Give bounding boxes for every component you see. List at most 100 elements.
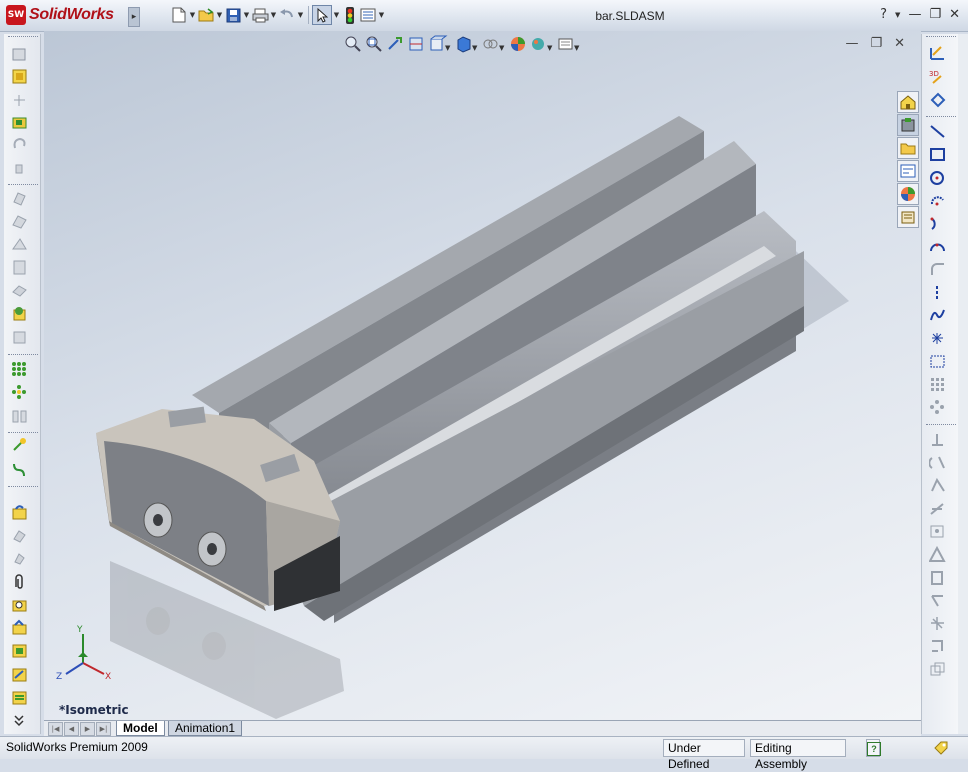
tab-model[interactable]: Model xyxy=(116,721,165,736)
belt-chain-icon[interactable] xyxy=(11,666,28,683)
smart-fasteners-icon[interactable] xyxy=(11,114,28,131)
mate-icon[interactable] xyxy=(11,68,28,85)
new-dropdown-icon[interactable]: ▼ xyxy=(188,11,197,19)
bill-of-materials-icon[interactable] xyxy=(11,259,28,276)
solidworks-logo[interactable]: SW SolidWorks xyxy=(6,4,114,26)
zoom-to-area-icon[interactable] xyxy=(365,35,383,53)
viewport-minimize-button[interactable]: — xyxy=(845,36,858,51)
convert-entities-icon[interactable] xyxy=(929,523,946,540)
cut-list-icon[interactable] xyxy=(11,527,28,544)
construction-geometry-icon[interactable] xyxy=(929,431,946,448)
undo-dropdown-icon[interactable]: ▼ xyxy=(296,11,305,19)
options-icon[interactable] xyxy=(359,6,377,24)
hide-show-items-icon[interactable]: ▼ xyxy=(482,35,506,53)
sketch-icon[interactable] xyxy=(929,45,946,62)
edit-appearance-icon[interactable] xyxy=(509,35,527,53)
interference-detection-icon[interactable] xyxy=(11,329,28,346)
3d-sketch-icon[interactable]: 3D xyxy=(929,68,946,85)
tab-prev-button[interactable]: ◀ xyxy=(64,722,79,736)
component-pattern-icon[interactable] xyxy=(11,92,28,109)
move-component-icon[interactable] xyxy=(11,136,28,153)
select-pointer-icon[interactable] xyxy=(312,5,332,25)
add-relation-icon[interactable] xyxy=(929,546,946,563)
sketch-fillet-icon[interactable] xyxy=(929,261,946,278)
sketch-linear-pattern-icon[interactable] xyxy=(929,376,946,393)
new-document-icon[interactable] xyxy=(170,6,188,24)
print-dropdown-icon[interactable]: ▼ xyxy=(269,11,278,19)
right-toolbar-grip[interactable] xyxy=(926,36,956,38)
tab-first-button[interactable]: |◀ xyxy=(48,722,63,736)
custom-properties-tab[interactable] xyxy=(897,206,919,228)
toolbar-grip[interactable] xyxy=(8,36,38,38)
assembly-features-icon[interactable] xyxy=(11,190,28,207)
select-dropdown-icon[interactable]: ▼ xyxy=(332,11,341,19)
large-assembly-mode-icon[interactable] xyxy=(11,596,28,613)
undo-icon[interactable] xyxy=(278,6,296,24)
instant-3d-icon[interactable] xyxy=(11,619,28,636)
extend-entities-icon[interactable] xyxy=(929,477,946,494)
assembly-model[interactable]: Y X Z xyxy=(44,31,921,720)
view-settings-icon[interactable]: ▼ xyxy=(557,35,581,53)
attach-paperclip-icon[interactable] xyxy=(11,573,28,590)
new-motion-study-icon[interactable] xyxy=(11,236,28,253)
offset-entities-icon[interactable] xyxy=(929,500,946,517)
design-library-tab[interactable] xyxy=(897,114,919,136)
copy-entities-icon[interactable] xyxy=(929,661,946,678)
previous-view-icon[interactable] xyxy=(386,35,404,53)
view-orientation-icon[interactable]: ▼ xyxy=(428,35,452,53)
trim-entities-icon[interactable] xyxy=(929,454,946,471)
reference-geometry-icon[interactable] xyxy=(11,213,28,230)
centerpoint-arc-icon[interactable] xyxy=(929,192,946,209)
configure-component-icon[interactable] xyxy=(11,689,28,706)
restore-button[interactable]: ❐ xyxy=(929,7,941,22)
sketch-text-icon[interactable] xyxy=(929,353,946,370)
rotate-entities-icon[interactable] xyxy=(929,615,946,632)
smart-dimension-diamond-icon[interactable] xyxy=(929,91,946,108)
viewport-close-button[interactable]: ✕ xyxy=(894,36,905,51)
exploded-view-icon[interactable] xyxy=(11,282,28,299)
point-icon[interactable] xyxy=(929,330,946,347)
insert-component-icon[interactable] xyxy=(11,46,28,63)
print-icon[interactable] xyxy=(251,6,269,24)
tab-next-button[interactable]: ▶ xyxy=(80,722,95,736)
more-tools-chevron-icon[interactable] xyxy=(11,712,28,729)
status-tag-icon[interactable] xyxy=(933,740,949,759)
appearances-tab[interactable] xyxy=(897,183,919,205)
task-pane-home-tab[interactable] xyxy=(897,91,919,113)
tangent-arc-icon[interactable] xyxy=(929,215,946,232)
rebuild-icon[interactable] xyxy=(11,504,28,521)
smart-dimension-icon[interactable] xyxy=(11,437,28,454)
mirror-entities-icon[interactable] xyxy=(929,569,946,586)
linear-pattern-icon[interactable] xyxy=(11,360,28,377)
circular-pattern-icon[interactable] xyxy=(11,384,28,401)
open-folder-icon[interactable] xyxy=(197,6,215,24)
spline-icon[interactable] xyxy=(929,307,946,324)
graphics-area[interactable]: Y X Z ▼ ▼ ▼ ▼ ▼ — ❐ ✕ *Isometric xyxy=(44,31,921,720)
help-icon[interactable]: ? xyxy=(880,7,887,22)
sketch-spline-icon[interactable] xyxy=(11,461,28,478)
mirror-components-icon[interactable] xyxy=(11,408,28,425)
save-icon[interactable] xyxy=(224,6,242,24)
options-dropdown-icon[interactable]: ▼ xyxy=(377,11,386,19)
display-style-icon[interactable]: ▼ xyxy=(455,35,479,53)
open-dropdown-icon[interactable]: ▼ xyxy=(215,11,224,19)
line-icon[interactable] xyxy=(929,123,946,140)
assembly-xpert-icon[interactable] xyxy=(11,550,28,567)
rebuild-traffic-light-icon[interactable] xyxy=(341,6,359,24)
circle-icon[interactable] xyxy=(929,169,946,186)
centerline-icon[interactable] xyxy=(929,284,946,301)
tab-animation1[interactable]: Animation1 xyxy=(168,721,243,736)
file-explorer-tab[interactable] xyxy=(897,137,919,159)
save-dropdown-icon[interactable]: ▼ xyxy=(242,11,251,19)
section-view-icon[interactable] xyxy=(407,35,425,53)
close-button[interactable]: ✕ xyxy=(949,7,960,22)
move-entities-icon[interactable] xyxy=(929,592,946,609)
viewport-restore-button[interactable]: ❐ xyxy=(870,36,882,51)
rectangle-icon[interactable] xyxy=(929,146,946,163)
minimize-button[interactable]: — xyxy=(908,7,921,22)
status-help-icon[interactable]: ? xyxy=(866,739,881,757)
sketch-circular-pattern-icon[interactable] xyxy=(929,399,946,416)
menu-flyout-arrow[interactable]: ▸ xyxy=(128,7,140,27)
three-point-arc-icon[interactable] xyxy=(929,238,946,255)
tab-last-button[interactable]: ▶| xyxy=(96,722,111,736)
